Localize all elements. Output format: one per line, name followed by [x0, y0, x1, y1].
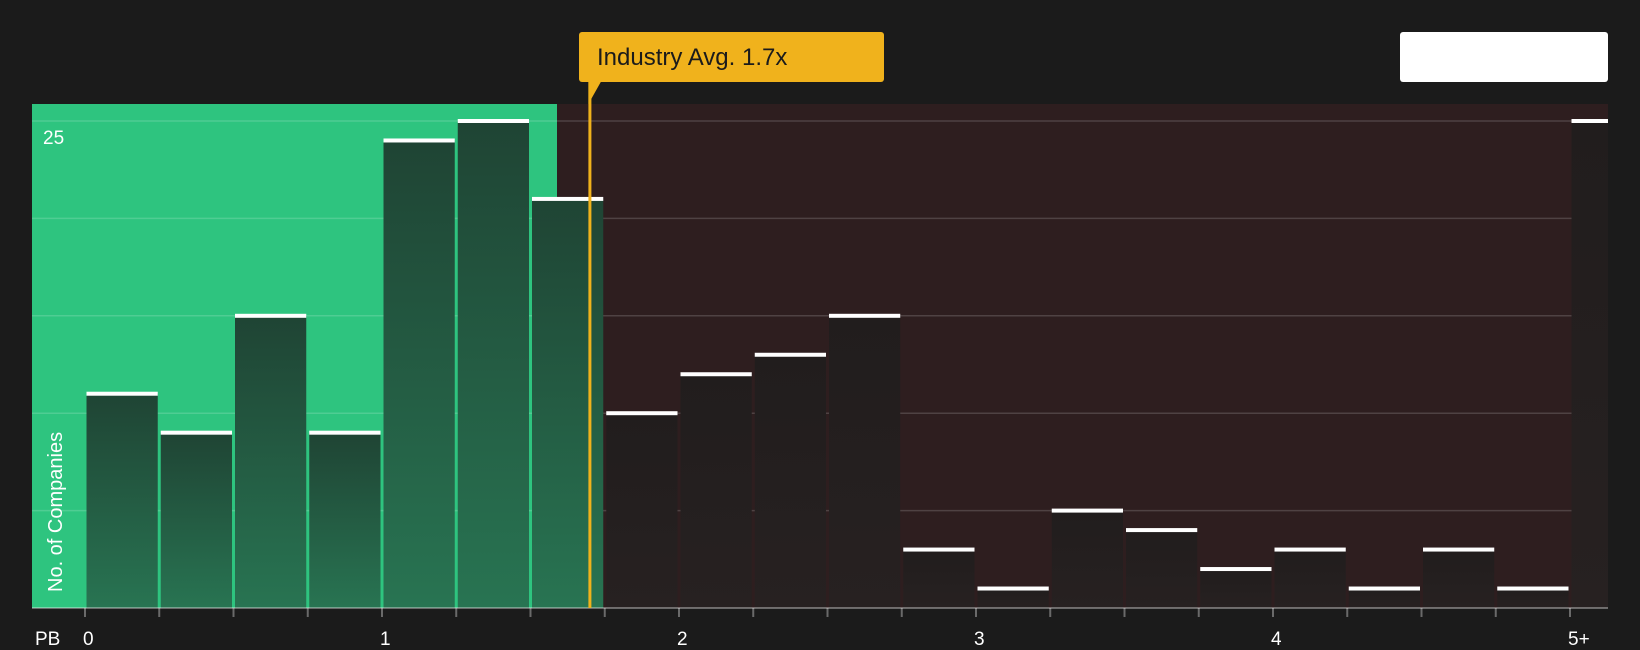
- bar-cap: [829, 313, 901, 318]
- x-tick-label: 4: [1271, 629, 1282, 650]
- histogram-bar: [160, 432, 232, 608]
- overflow-bar: [1571, 121, 1608, 608]
- pb-histogram-chart: PB 0 1 2 3 4 5+ 25 No. of Companies Industry Avg…: [0, 0, 1640, 650]
- bar-cap: [309, 430, 381, 435]
- chart-svg: PB 0 1 2 3 4 5+ 25 No. of Companies Industry Avg…: [32, 32, 1608, 650]
- histogram-bar: [1348, 588, 1420, 608]
- histogram-bar: [1423, 549, 1495, 608]
- y-tick-label: 25: [43, 128, 64, 149]
- histogram-bar: [1051, 510, 1123, 608]
- histogram-bar: [903, 549, 975, 608]
- bar-cap: [606, 411, 678, 416]
- top-right-box: [1400, 32, 1608, 82]
- x-tick-label: 1: [380, 629, 391, 650]
- bar-cap: [160, 430, 232, 435]
- histogram-bar: [1200, 569, 1272, 608]
- histogram-bar: [1274, 549, 1346, 608]
- histogram-bar: [309, 432, 381, 608]
- histogram-bar: [235, 315, 307, 608]
- bar-cap: [235, 313, 307, 318]
- histogram-bar: [1497, 588, 1569, 608]
- y-axis-label: No. of Companies: [45, 432, 67, 592]
- x-tick-label: 5+: [1568, 629, 1590, 650]
- bar-cap: [1126, 528, 1198, 533]
- bar-cap: [1200, 567, 1272, 572]
- x-tick-label: 3: [974, 629, 985, 650]
- bar-cap: [977, 586, 1049, 591]
- overflow-bar-cap: [1571, 119, 1608, 123]
- bar-cap: [680, 372, 752, 377]
- histogram-bar: [829, 315, 901, 608]
- x-axis-prefix: PB: [35, 629, 60, 650]
- histogram-bar: [383, 140, 455, 609]
- histogram-bar: [86, 393, 158, 608]
- bar-cap: [1348, 586, 1420, 591]
- bar-cap: [1423, 547, 1495, 552]
- bar-cap: [903, 547, 975, 552]
- x-tick-label: 0: [83, 629, 94, 650]
- histogram-bar: [532, 198, 604, 609]
- histogram-bar: [457, 121, 529, 608]
- bar-cap: [457, 119, 529, 123]
- bar-cap: [1274, 547, 1346, 552]
- histogram-bar: [680, 374, 752, 608]
- bar-cap: [383, 138, 455, 143]
- industry-avg-line: [588, 78, 592, 608]
- histogram-bar: [977, 588, 1049, 608]
- bar-cap: [86, 391, 158, 396]
- histogram-bar: [606, 413, 678, 608]
- x-axis: [32, 607, 1608, 617]
- industry-avg-label: Industry Avg. 1.7x: [597, 44, 787, 71]
- bar-cap: [1497, 586, 1569, 591]
- x-tick-label: 2: [677, 629, 688, 650]
- bar-cap: [532, 196, 604, 201]
- bar-cap: [754, 352, 826, 357]
- histogram-bar: [754, 354, 826, 608]
- bar-cap: [1051, 508, 1123, 513]
- histogram-bar: [1126, 530, 1198, 608]
